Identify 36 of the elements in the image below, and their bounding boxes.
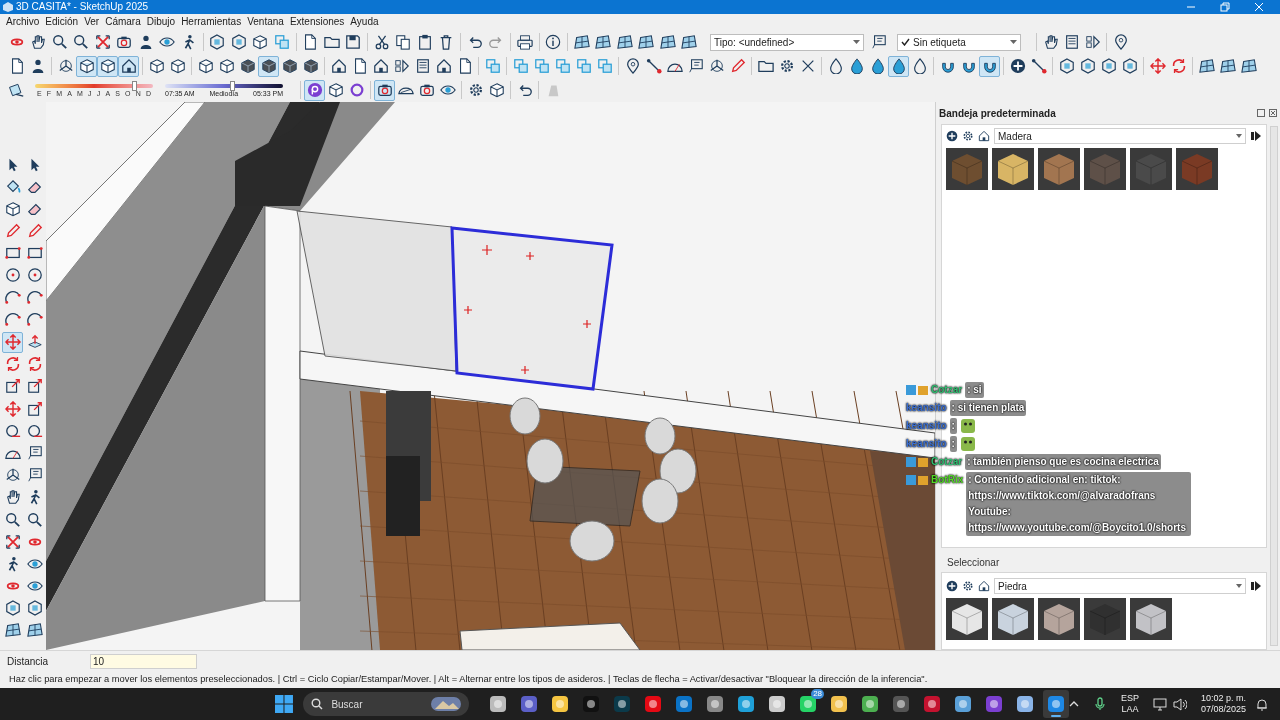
menu-item[interactable]: Cámara [102, 17, 144, 27]
menu-item[interactable]: Ventana [244, 17, 287, 27]
menu-item[interactable]: Herramientas [178, 17, 245, 27]
menu-item[interactable]: Archivo [3, 17, 43, 27]
clock-date[interactable]: 07/08/2025 [1201, 704, 1247, 715]
library-dropdown[interactable]: Piedra [994, 578, 1246, 594]
select-tab[interactable]: Seleccionar [947, 555, 1000, 572]
status-text: Haz clic para empezar a mover los elementos preseleccionados. | Ctrl = Ciclo Copiar/Estampar/Mover. | Alt = Alternar entre los tipos de asideros. | Teclas de flecha = Activar/desactivar "Bloquear la dirección de la inferencia". [9, 673, 928, 687]
keyboard-layout[interactable]: LAA [1121, 704, 1139, 715]
menu-item[interactable]: Extensiones [286, 17, 348, 27]
chat-message: : si [965, 382, 984, 398]
chat-message: : Contenido adicional en: tiktok: https://www.tiktok.com/@alvaradofrans Youtube: https://www.youtube.com/@Boycito1.0/shorts [966, 472, 1191, 536]
search-box[interactable]: Buscar [303, 692, 470, 716]
tag-dropdown[interactable]: Sin etiqueta [897, 33, 1021, 51]
type-dropdown[interactable]: Tipo: <undefined> [710, 33, 864, 51]
window-title: 3D CASITA* - SketchUp 2025 [16, 2, 149, 12]
measurement-label: Distancia [7, 655, 50, 669]
chat-username: keansito [906, 401, 947, 415]
chat-message: : [949, 436, 957, 452]
taskbar-app-button[interactable]: 28 [795, 690, 822, 718]
language-indicator[interactable]: ESP [1121, 693, 1140, 704]
chat-message: : también pienso que es cocina electrica [965, 454, 1161, 470]
measurement-field[interactable]: 10 [90, 654, 197, 669]
menu-item[interactable]: Dibujo [143, 17, 179, 27]
chat-username: keansito [906, 437, 947, 451]
menu-item[interactable]: Ayuda [347, 17, 382, 27]
chat-username: keansito [906, 419, 947, 433]
chat-username: Cotzar [931, 383, 963, 397]
chat-message: : [949, 418, 957, 434]
clock-time[interactable]: 10:02 p. m. [1201, 693, 1247, 704]
menu-item[interactable]: Edición [42, 17, 82, 27]
chat-message: : si tienen plata [949, 400, 1027, 416]
tray-title: Bandeja predeterminada [939, 106, 1057, 121]
library-dropdown[interactable]: Madera [994, 128, 1246, 144]
notification-badge: 28 [811, 689, 825, 699]
menu-item[interactable]: Ver [81, 17, 103, 27]
